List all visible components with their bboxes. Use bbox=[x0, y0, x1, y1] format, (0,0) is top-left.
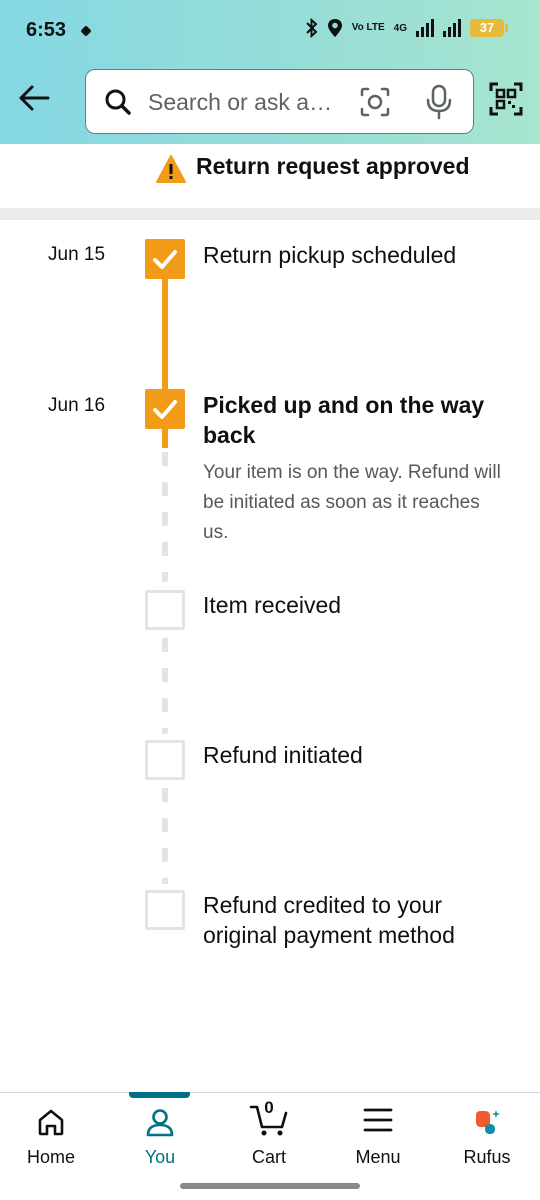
home-icon bbox=[38, 1109, 64, 1136]
step-checkbox-done bbox=[145, 239, 185, 279]
network-type: 4G bbox=[393, 22, 407, 34]
progress-line bbox=[162, 279, 168, 389]
status-bar: 6:53 Vo LTE 4G 37 bbox=[0, 0, 540, 62]
pending-line bbox=[162, 788, 168, 884]
warning-icon bbox=[156, 155, 186, 183]
nav-menu[interactable]: Menu bbox=[324, 1093, 432, 1183]
step-checkbox-done bbox=[145, 389, 185, 429]
back-button[interactable] bbox=[14, 78, 54, 118]
notification-icon bbox=[80, 25, 92, 37]
qr-scan-icon[interactable] bbox=[489, 82, 523, 116]
rufus-icon bbox=[476, 1110, 500, 1134]
step-checkbox-pending bbox=[145, 740, 185, 780]
battery-icon: 37 bbox=[470, 19, 508, 37]
cart-icon bbox=[249, 1105, 288, 1136]
volte-indicator: Vo LTE bbox=[351, 22, 385, 33]
pending-line bbox=[162, 638, 168, 734]
gesture-bar bbox=[180, 1183, 360, 1189]
step-title: Picked up and on the way back bbox=[203, 392, 485, 448]
user-icon bbox=[146, 1109, 174, 1137]
status-icons: Vo LTE 4G 37 bbox=[305, 18, 508, 38]
nav-rufus-label: Rufus bbox=[463, 1147, 511, 1167]
step-title: Refund credited to your original payment… bbox=[203, 892, 455, 948]
banner-title: Return request approved bbox=[196, 153, 470, 179]
menu-icon bbox=[363, 1108, 393, 1132]
step-title: Item received bbox=[203, 592, 342, 618]
section-divider bbox=[0, 208, 540, 220]
camera-search-icon[interactable] bbox=[359, 86, 391, 118]
nav-you-label: You bbox=[144, 1147, 176, 1167]
nav-home-label: Home bbox=[26, 1147, 75, 1167]
status-time: 6:53 bbox=[26, 19, 67, 41]
nav-menu-label: Menu bbox=[355, 1147, 401, 1167]
checkmark-icon bbox=[153, 250, 177, 269]
step-checkbox-pending bbox=[145, 890, 185, 930]
step-title: Refund initiated bbox=[203, 742, 363, 768]
search-icon bbox=[105, 89, 131, 115]
checkmark-icon bbox=[153, 400, 177, 419]
arrow-left-icon bbox=[19, 85, 50, 111]
status-banner: Return request approved bbox=[0, 144, 540, 208]
nav-cart[interactable]: 0 Cart bbox=[215, 1093, 323, 1183]
signal-icon bbox=[416, 19, 434, 37]
nav-you[interactable]: You bbox=[106, 1093, 214, 1183]
step-description: Your item is on the way. Refund will be … bbox=[203, 462, 501, 543]
nav-cart-label: Cart bbox=[251, 1147, 286, 1167]
signal-icon-2 bbox=[443, 19, 461, 37]
bluetooth-icon bbox=[305, 18, 318, 38]
step-checkbox-pending bbox=[145, 590, 185, 630]
nav-home[interactable]: Home bbox=[0, 1093, 105, 1183]
step-date: Jun 16 bbox=[48, 395, 106, 416]
search-input[interactable] bbox=[148, 86, 338, 118]
step-date: Jun 15 bbox=[48, 244, 106, 265]
pending-line bbox=[162, 452, 168, 582]
top-header: 6:53 Vo LTE 4G 37 bbox=[0, 0, 540, 144]
nav-rufus[interactable]: Rufus bbox=[433, 1093, 540, 1183]
progress-line bbox=[162, 429, 168, 448]
search-bar[interactable] bbox=[85, 69, 474, 134]
step-title: Return pickup scheduled bbox=[203, 242, 457, 268]
location-icon bbox=[327, 19, 342, 37]
microphone-icon[interactable] bbox=[425, 84, 453, 120]
